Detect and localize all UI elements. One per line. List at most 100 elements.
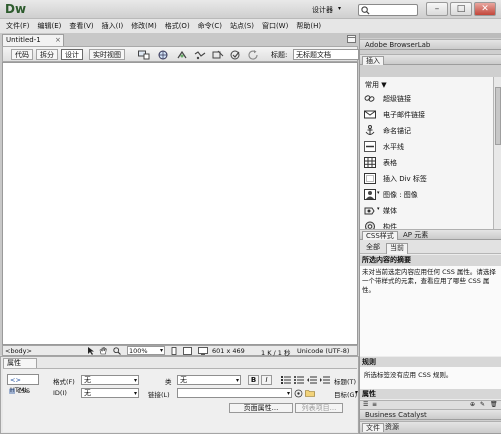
new-rule-icon[interactable]: ⊕ [470,401,475,408]
multiscreen-icon[interactable] [138,50,150,60]
link-input[interactable]: ▾ [177,388,292,398]
design-canvas[interactable] [2,62,358,345]
files-tab[interactable]: 文件 [362,423,384,432]
format-label: 格式(F) [53,378,75,386]
menu-help[interactable]: 帮助(H) [296,21,321,31]
window-size[interactable]: 601 x 469 [212,347,245,355]
css-panel-header[interactable]: CSS样式 AP 元素 [360,229,501,240]
insert-media[interactable]: ▾ 媒体 [362,203,492,218]
html-mode-toggle[interactable]: <> HTML [7,374,39,394]
insert-category-label: 常用 [365,81,379,89]
list-view-icon[interactable]: ≡ [372,401,377,408]
italic-button[interactable]: I [261,375,272,385]
insert-named-anchor[interactable]: 命名锚记 [362,123,492,138]
insert-div-tag[interactable]: 插入 Div 标签 [362,171,492,186]
minimize-button[interactable]: – [426,2,448,16]
ap-elements-tab[interactable]: AP 元素 [400,231,431,240]
insert-table[interactable]: 表格 [362,155,492,170]
visual-aids-icon[interactable] [212,50,224,60]
browse-folder-icon[interactable] [305,389,315,397]
chevron-down-icon[interactable]: ▾ [338,5,341,12]
status-bar: <body> 100% ▾ 601 x 469 1 K / 1 秒 Unicod… [2,345,358,357]
bold-button[interactable]: B [248,375,259,385]
mobile-size-icon[interactable] [170,347,178,355]
code-view-button[interactable]: 代码 [11,49,33,60]
outdent-icon[interactable] [307,376,317,384]
restore-window-icon[interactable] [347,35,356,43]
id-select[interactable]: 无 ▾ [81,388,139,398]
insert-hyperlink[interactable]: 超级链接 [362,91,492,106]
tablet-size-icon[interactable] [183,347,192,355]
indent-icon[interactable] [320,376,330,384]
unordered-list-icon[interactable] [281,376,291,384]
menu-edit[interactable]: 编辑(E) [38,21,62,31]
css-mode-tabs: 全部 当前 [360,240,501,254]
validate-markup-icon[interactable] [230,50,242,60]
delete-rule-icon[interactable]: 🗑 [490,401,498,408]
hand-tool-icon[interactable] [99,347,107,355]
workspace-switcher[interactable]: 设计器 [312,5,333,15]
insert-image[interactable]: ▾ 图像 : 图像 [362,187,492,202]
preview-browser-icon[interactable] [158,50,170,60]
document-tab[interactable]: Untitled-1 × [2,34,64,46]
ordered-list-icon[interactable] [294,376,304,384]
properties-tab[interactable]: 属性 [3,358,37,368]
design-view-button[interactable]: 设计 [61,49,83,60]
files-panel-header[interactable]: 文件 资源 [360,421,501,434]
insert-horizontal-rule[interactable]: 水平线 [362,139,492,154]
menu-modify[interactable]: 修改(M) [131,21,157,31]
help-search-input[interactable] [358,4,418,16]
business-catalyst-header[interactable]: Business Catalyst [360,409,501,420]
zoom-tool-icon[interactable] [113,347,121,355]
insert-panel-header[interactable]: 插入 [360,54,501,65]
assets-tab[interactable]: 资源 [382,423,402,432]
menu-view[interactable]: 查看(V) [69,21,93,31]
browserlab-panel-header[interactable]: Adobe BrowserLab [360,39,501,50]
image-icon [364,189,376,200]
insert-email-link[interactable]: 电子邮件链接 [362,107,492,122]
live-view-button[interactable]: 实时视图 [89,49,125,60]
link-label: 链接(L) [148,391,170,399]
format-select[interactable]: 无 ▾ [81,375,139,385]
browserlab-tab[interactable]: Adobe BrowserLab [362,41,433,50]
chevron-down-icon[interactable]: ▾ [377,190,380,196]
css-all-tab[interactable]: 全部 [363,243,383,252]
desktop-size-icon[interactable] [198,347,208,355]
menu-insert[interactable]: 插入(I) [102,21,124,31]
css-current-tab[interactable]: 当前 [386,243,408,254]
list-item-button: 列表项目... [295,403,343,413]
category-view-icon[interactable]: ☰ [363,401,368,408]
scrollbar-thumb[interactable] [495,87,501,145]
insert-tab[interactable]: 插入 [362,56,384,65]
zoom-select[interactable]: 100% ▾ [127,346,165,355]
menu-commands[interactable]: 命令(C) [198,21,222,31]
maximize-button[interactable]: □ [450,2,472,16]
chevron-down-icon[interactable]: ▾ [377,206,380,212]
css-mode-toggle[interactable]: ▤ CSS [7,386,39,397]
business-catalyst-tab[interactable]: Business Catalyst [362,411,430,420]
chevron-down-icon[interactable]: ▾ [355,389,358,396]
file-management-icon[interactable] [176,50,188,60]
code-navigator-icon[interactable] [194,50,206,60]
menu-format[interactable]: 格式(O) [165,21,190,31]
point-to-file-icon[interactable] [294,389,303,398]
dock-collapse-strip[interactable] [360,33,501,38]
css-styles-tab[interactable]: CSS样式 [362,231,398,240]
page-title-input[interactable]: 无标题文档 [293,49,359,60]
tag-selector[interactable]: <body> [5,347,32,355]
insert-category-select[interactable]: 常用 ▼ [365,80,387,90]
close-button[interactable]: ✕ [474,2,496,16]
menu-window[interactable]: 窗口(W) [262,21,288,31]
select-tool-icon[interactable] [87,347,95,355]
close-tab-icon[interactable]: × [55,35,61,46]
edit-rule-icon[interactable]: ✎ [480,401,485,408]
insert-item-label: 超级链接 [383,95,411,103]
refresh-icon[interactable] [248,50,260,60]
menu-file[interactable]: 文件(F) [6,21,30,31]
menu-site[interactable]: 站点(S) [230,21,254,31]
attributes-heading: 属性 [360,389,501,399]
class-select[interactable]: 无 ▾ [177,375,241,385]
insert-scrollbar[interactable] [493,77,501,232]
split-view-button[interactable]: 拆分 [36,49,58,60]
page-properties-button[interactable]: 页面属性... [229,403,293,413]
